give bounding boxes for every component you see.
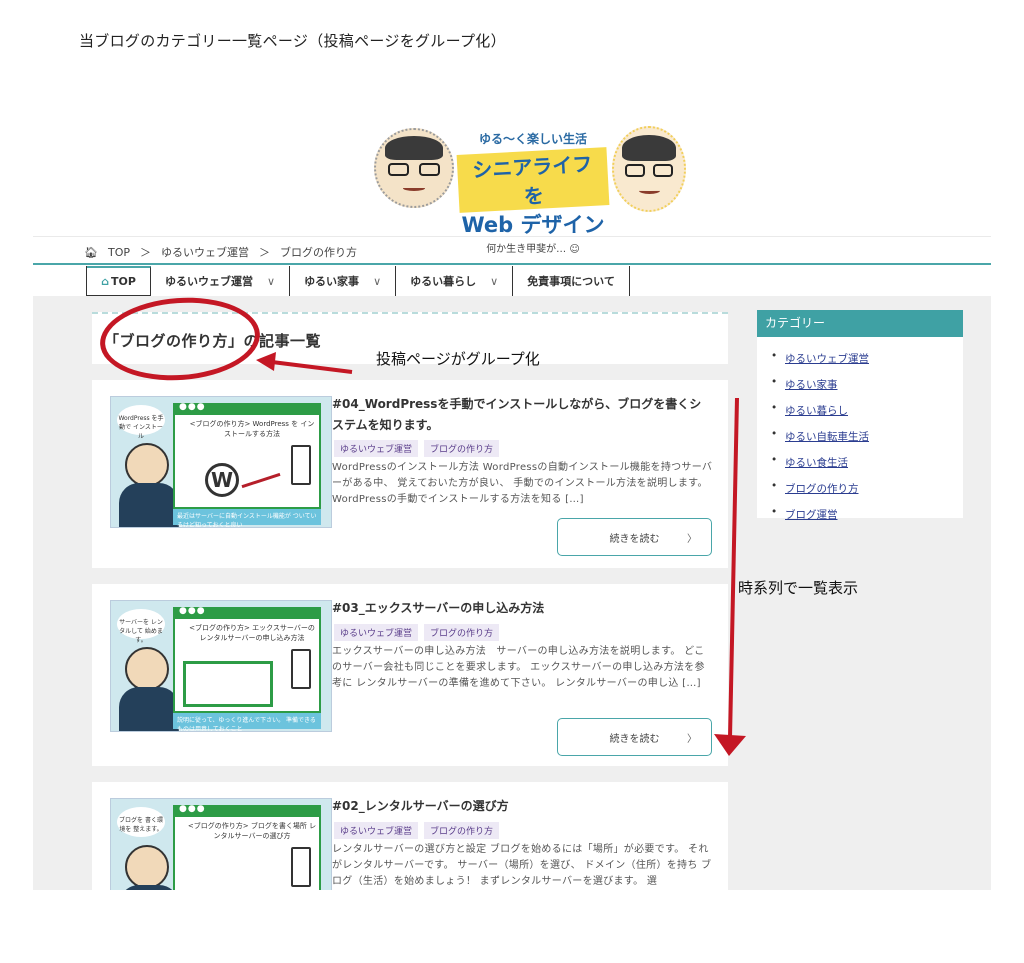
annotation-arrow-left: [256, 352, 353, 374]
annotation-timeline-label: 時系列で一覧表示: [738, 579, 859, 597]
page: 当ブログのカテゴリー一覧ページ（投稿ページをグループ化） ゆる〜く楽しい生活 シ…: [0, 0, 1024, 963]
annotation-group-label: 投稿ページがグループ化: [376, 350, 540, 368]
annotation-arrows: [256, 352, 746, 756]
